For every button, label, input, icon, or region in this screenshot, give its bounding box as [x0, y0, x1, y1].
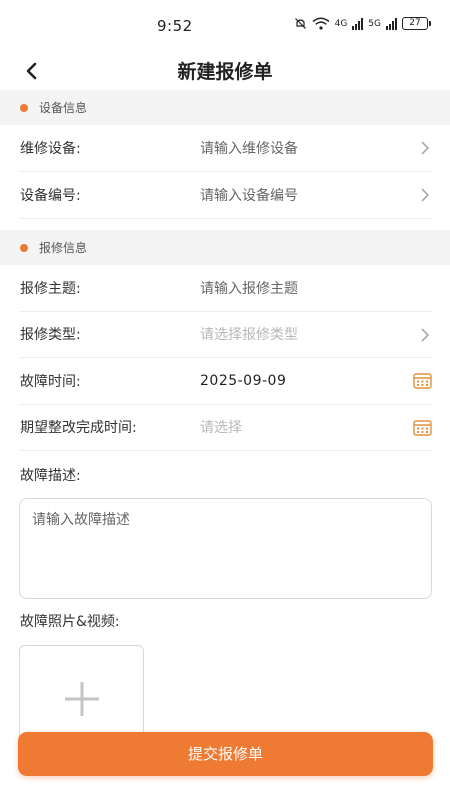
calendar-icon[interactable] — [413, 419, 432, 436]
network-4g-label: 4G — [334, 18, 348, 29]
nav-bar: 新建报修单 — [0, 52, 450, 90]
expected-time-row[interactable]: 期望整改完成时间: 请选择 — [20, 405, 432, 451]
equipment-number-row[interactable]: 设备编号: 请输入设备编号 — [20, 172, 432, 219]
equipment-number-label: 设备编号: — [20, 187, 81, 204]
battery-icon: 27 — [402, 17, 431, 30]
section-repair-header: 报修信息 — [0, 230, 450, 265]
description-label: 故障描述: — [20, 468, 81, 484]
section-equipment-header: 设备信息 — [0, 90, 450, 125]
mute-icon — [294, 18, 306, 29]
chevron-right-icon — [421, 327, 430, 342]
repair-type-row[interactable]: 报修类型: 请选择报修类型 — [20, 312, 432, 358]
page-title: 新建报修单 — [177, 61, 273, 83]
section-title: 设备信息 — [39, 101, 88, 115]
fault-time-value[interactable]: 2025-09-09 — [200, 373, 432, 389]
calendar-icon[interactable] — [413, 372, 432, 389]
media-label: 故障照片&视频: — [20, 614, 120, 630]
fault-time-row[interactable]: 故障时间: 2025-09-09 — [20, 358, 432, 405]
equipment-number-input[interactable]: 请输入设备编号 — [200, 185, 432, 205]
chevron-right-icon — [421, 141, 430, 155]
section-dot-icon — [20, 243, 28, 252]
network-5g-label: 5G — [368, 18, 381, 29]
subject-label: 报修主题: — [20, 280, 81, 297]
description-textarea[interactable]: 请输入故障描述 — [19, 498, 432, 599]
section-title: 报修信息 — [39, 241, 88, 255]
status-time: 9:52 — [157, 17, 193, 35]
expected-time-select[interactable]: 请选择 — [200, 417, 432, 437]
chevron-right-icon — [421, 187, 430, 202]
equipment-field-row[interactable]: 维修设备: 请输入维修设备 — [20, 125, 432, 172]
repair-type-label: 报修类型: — [20, 327, 81, 344]
signal-icon-2 — [386, 17, 397, 30]
equipment-label: 维修设备: — [20, 140, 81, 157]
expected-time-label: 期望整改完成时间: — [20, 420, 137, 437]
status-bar: 9:52 4G 5G 27 — [0, 0, 450, 52]
plus-icon — [65, 682, 99, 716]
fault-time-label: 故障时间: — [20, 373, 81, 390]
media-upload-button[interactable] — [19, 645, 144, 745]
status-icons: 4G 5G 27 — [294, 17, 431, 30]
submit-button[interactable]: 提交报修单 — [18, 732, 433, 776]
repair-type-select[interactable]: 请选择报修类型 — [200, 324, 432, 344]
wifi-icon — [312, 17, 330, 30]
section-dot-icon — [20, 103, 28, 112]
subject-input[interactable]: 请输入报修主题 — [200, 278, 432, 298]
subject-row[interactable]: 报修主题: 请输入报修主题 — [20, 265, 432, 312]
equipment-input[interactable]: 请输入维修设备 — [200, 138, 432, 158]
signal-icon — [352, 17, 364, 30]
